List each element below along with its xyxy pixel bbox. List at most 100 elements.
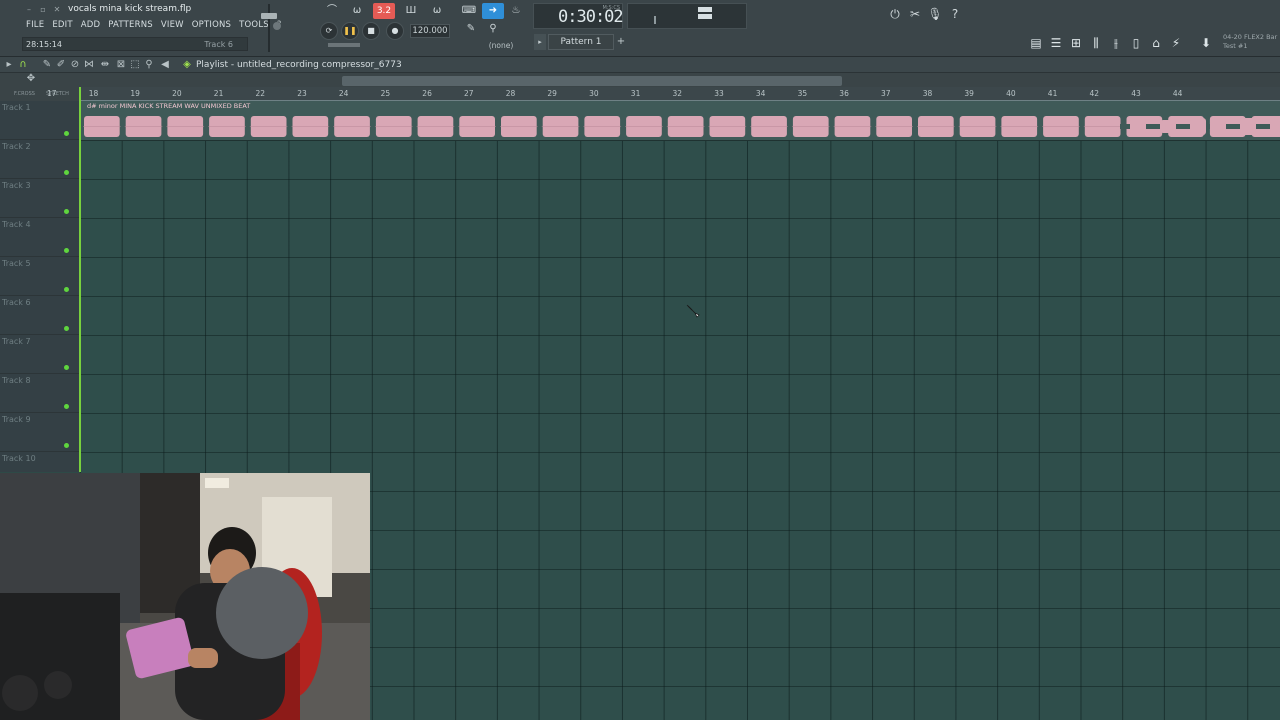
bar-number: 35 <box>797 89 808 98</box>
delete-tool-icon[interactable]: ⊘ <box>68 57 82 73</box>
select-tool-icon[interactable]: ⬚ <box>128 57 142 73</box>
main-menu-bar: FILE EDIT ADD PATTERNS VIEW OPTIONS TOOL… <box>22 18 286 32</box>
move-icon[interactable]: ✥ <box>24 71 38 87</box>
menu-options[interactable]: OPTIONS <box>188 18 235 32</box>
track-header[interactable]: Track 2 <box>0 140 80 179</box>
waveform-segment <box>791 116 830 137</box>
microphone-icon[interactable]: 🎙 <box>925 4 945 24</box>
paint-tool-icon[interactable]: ✐ <box>54 57 68 73</box>
menu-edit[interactable]: EDIT <box>48 18 76 32</box>
track-mute-led[interactable] <box>64 287 69 292</box>
link-icon[interactable]: ⚲ <box>482 21 504 37</box>
mixer-icon[interactable]: ⫼ <box>1086 32 1106 54</box>
track-mute-led[interactable] <box>64 248 69 253</box>
metronome-icon[interactable]: ⌒ <box>321 3 343 19</box>
wait-for-input-icon[interactable]: ω <box>346 3 368 19</box>
menu-patterns[interactable]: PATTERNS <box>104 18 157 32</box>
playback-tool-icon[interactable]: ◀ <box>158 57 172 73</box>
bar-ruler[interactable]: 17 18 19 20 21 22 23 24 25 26 27 28 29 30 31 32 33 34 35 36… <box>47 87 1280 101</box>
webcam-overlay <box>0 473 370 720</box>
step-edit-icon[interactable]: Ш <box>400 3 422 19</box>
track-name: Track 5 <box>2 259 31 268</box>
song-mode-icon[interactable]: ⟳ <box>320 22 338 40</box>
plugin-database-icon[interactable]: ⌂ <box>1146 32 1166 54</box>
playhead-marker[interactable] <box>79 87 81 472</box>
track-mute-led[interactable] <box>64 209 69 214</box>
stop-icon[interactable]: ■ <box>362 22 380 40</box>
download-icon[interactable]: ⬇ <box>1196 32 1216 54</box>
fader-handle[interactable] <box>261 13 277 19</box>
browser-icon[interactable]: ▯ <box>1126 32 1146 54</box>
track-mute-led[interactable] <box>64 404 69 409</box>
news-panel[interactable]: 04-20 FLEX2 Bar Test #1 <box>1220 31 1280 53</box>
connection-plug-icon[interactable]: ⚡ <box>1166 32 1186 54</box>
bar-number: 18 <box>88 89 99 98</box>
bar-number: 20 <box>172 89 182 98</box>
clip-title: d# minor MINA KICK STREAM WAV UNMIXED BE… <box>87 102 251 110</box>
draw-tool-icon[interactable]: ✎ <box>40 57 54 73</box>
menu-file[interactable]: FILE <box>22 18 48 32</box>
slip-tool-icon[interactable]: ⇹ <box>98 57 112 73</box>
horizontal-scrollbar[interactable] <box>342 76 842 86</box>
zoom-tool-icon[interactable]: ⚲ <box>142 57 156 73</box>
pencil-link-icon[interactable]: ✎ <box>460 21 482 37</box>
minimize-icon[interactable]: – <box>24 5 34 15</box>
menu-view[interactable]: VIEW <box>157 18 188 32</box>
channel-rack-icon[interactable]: ⊞ <box>1066 32 1086 54</box>
track-mute-led[interactable] <box>64 443 69 448</box>
track-header[interactable]: Track 5 <box>0 257 80 296</box>
waveform-segment <box>166 116 205 137</box>
countdown-button[interactable]: 3.2 <box>373 3 395 19</box>
mute-tool-icon[interactable]: ⋈ <box>82 57 96 73</box>
blend-notes-icon[interactable]: ω <box>426 3 448 19</box>
help-icon[interactable]: ? <box>945 4 965 24</box>
bar-number: 34 <box>755 89 766 98</box>
waveform-segment <box>1083 116 1122 137</box>
playlist-window-icon[interactable]: ▤ <box>1026 32 1046 54</box>
waveform-segment <box>500 116 538 137</box>
track-mute-led[interactable] <box>64 326 69 331</box>
song-position-display[interactable]: 0:30:02 M:S:CS <box>533 3 624 29</box>
scissors-tool-icon[interactable]: ✂ <box>905 4 925 24</box>
track-header[interactable]: Track 9 <box>0 413 80 452</box>
add-pattern-icon[interactable]: + <box>616 34 626 50</box>
master-pitch-knob[interactable] <box>273 22 281 30</box>
bar-number: 28 <box>505 89 516 98</box>
menu-add[interactable]: ADD <box>77 18 105 32</box>
crossfade-label[interactable]: F.CROSS <box>14 90 35 98</box>
pattern-prev-icon[interactable]: ▸ <box>534 34 546 50</box>
tempo-display[interactable]: 120.000 <box>410 24 450 38</box>
playlist-menu-arrow-icon[interactable]: ▸ <box>2 57 16 73</box>
track-header[interactable]: Track 3 <box>0 179 80 218</box>
news-line-1: 04-20 FLEX2 Bar <box>1223 33 1278 41</box>
cpu-power-icon[interactable]: ⏻ <box>885 4 905 24</box>
bar-number: 22 <box>255 89 266 98</box>
piano-roll-icon[interactable]: ☰ <box>1046 32 1066 54</box>
close-icon[interactable]: ✕ <box>52 5 62 15</box>
snap-selector[interactable]: (none) <box>478 40 524 52</box>
waveform-segment <box>208 116 246 137</box>
playlist-arrow-icon[interactable]: ➜ <box>482 3 504 19</box>
track-header[interactable]: Track 6 <box>0 296 80 335</box>
track-mute-led[interactable] <box>64 170 69 175</box>
track-header[interactable]: Track 8 <box>0 374 80 413</box>
restore-icon[interactable]: ▫ <box>38 5 48 15</box>
audio-clip[interactable]: d# minor MINA KICK STREAM WAV UNMIXED BE… <box>80 101 1280 141</box>
record-icon[interactable]: ● <box>386 22 404 40</box>
plugin-picker-icon[interactable]: ⫲ <box>1106 32 1126 54</box>
pattern-name[interactable]: Pattern 1 <box>548 34 614 50</box>
track-header[interactable]: Track 7 <box>0 335 80 374</box>
bar-number: 23 <box>297 89 307 98</box>
waveform-segment <box>1042 116 1080 137</box>
main-pitch-slider[interactable] <box>328 43 360 47</box>
slice-tool-icon[interactable]: ⊠ <box>114 57 128 73</box>
pause-icon[interactable]: ❚❚ <box>341 22 359 40</box>
track-header[interactable]: Track 4 <box>0 218 80 257</box>
bar-number: 17 <box>47 89 57 98</box>
track-mute-led[interactable] <box>64 365 69 370</box>
track-header[interactable]: Track 1 <box>0 101 80 140</box>
track-mute-led[interactable] <box>64 131 69 136</box>
waveform-segment <box>833 116 872 137</box>
loop-record-icon[interactable]: ♨ <box>505 3 527 19</box>
typing-keyboard-icon[interactable]: ⌨ <box>458 3 480 19</box>
